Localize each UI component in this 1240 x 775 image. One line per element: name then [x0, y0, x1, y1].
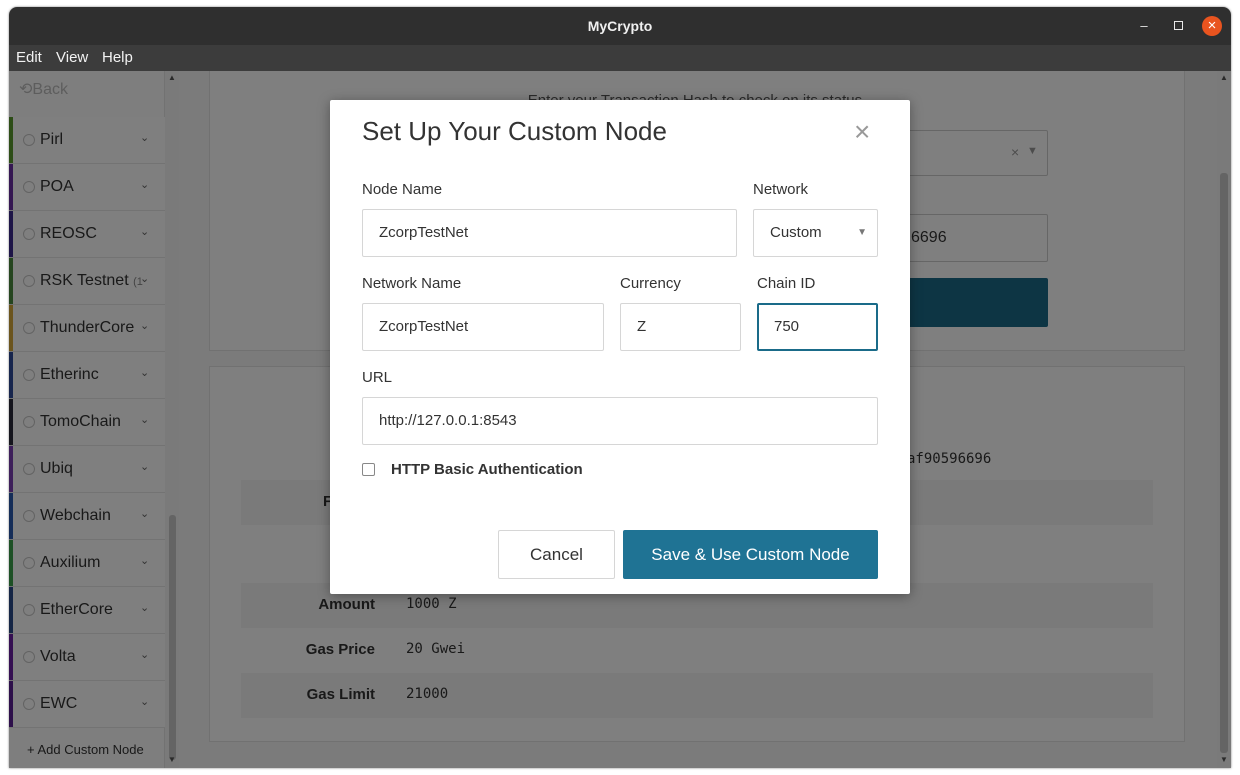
maximize-button[interactable]	[1168, 16, 1188, 36]
url-label: URL	[362, 369, 393, 386]
title-bar: MyCrypto – ×	[9, 7, 1231, 45]
chain-id-label: Chain ID	[757, 275, 816, 292]
close-window-button[interactable]: ×	[1202, 16, 1222, 36]
app-window: MyCrypto – × Edit View Help ⟲Back Pirl ⌄…	[9, 7, 1231, 768]
menu-bar: Edit View Help	[9, 45, 1231, 71]
http-auth-label[interactable]: HTTP Basic Authentication	[391, 461, 583, 478]
url-input[interactable]: http://127.0.0.1:8543	[362, 397, 878, 445]
network-name-label: Network Name	[362, 275, 462, 292]
menu-help[interactable]: Help	[102, 49, 133, 66]
modal-title: Set Up Your Custom Node	[362, 116, 667, 146]
network-name-input[interactable]: ZcorpTestNet	[362, 303, 604, 351]
node-name-input[interactable]: ZcorpTestNet	[362, 209, 737, 257]
menu-view[interactable]: View	[56, 49, 88, 66]
cancel-button[interactable]: Cancel	[498, 530, 615, 579]
network-select-value: Custom	[770, 224, 822, 241]
caret-down-icon: ▼	[857, 227, 867, 238]
app-content: ⟲Back Pirl ⌄POA ⌄REOSC ⌄RSK Testnet (1⌄T…	[9, 71, 1231, 768]
network-select[interactable]: Custom ▼	[753, 209, 878, 257]
network-label: Network	[753, 181, 809, 198]
http-auth-checkbox[interactable]	[362, 463, 375, 476]
chain-id-input[interactable]: 750	[757, 303, 878, 351]
custom-node-modal: Set Up Your Custom Node × Node Name Zcor…	[330, 100, 910, 594]
minimize-button[interactable]: –	[1134, 16, 1154, 36]
menu-edit[interactable]: Edit	[16, 49, 42, 66]
currency-input[interactable]: Z	[620, 303, 741, 351]
maximize-icon	[1173, 21, 1183, 30]
currency-label: Currency	[620, 275, 681, 292]
node-name-label: Node Name	[362, 181, 443, 198]
save-custom-node-button[interactable]: Save & Use Custom Node	[623, 530, 878, 579]
close-icon[interactable]: ×	[854, 118, 870, 146]
window-title: MyCrypto	[587, 18, 653, 34]
